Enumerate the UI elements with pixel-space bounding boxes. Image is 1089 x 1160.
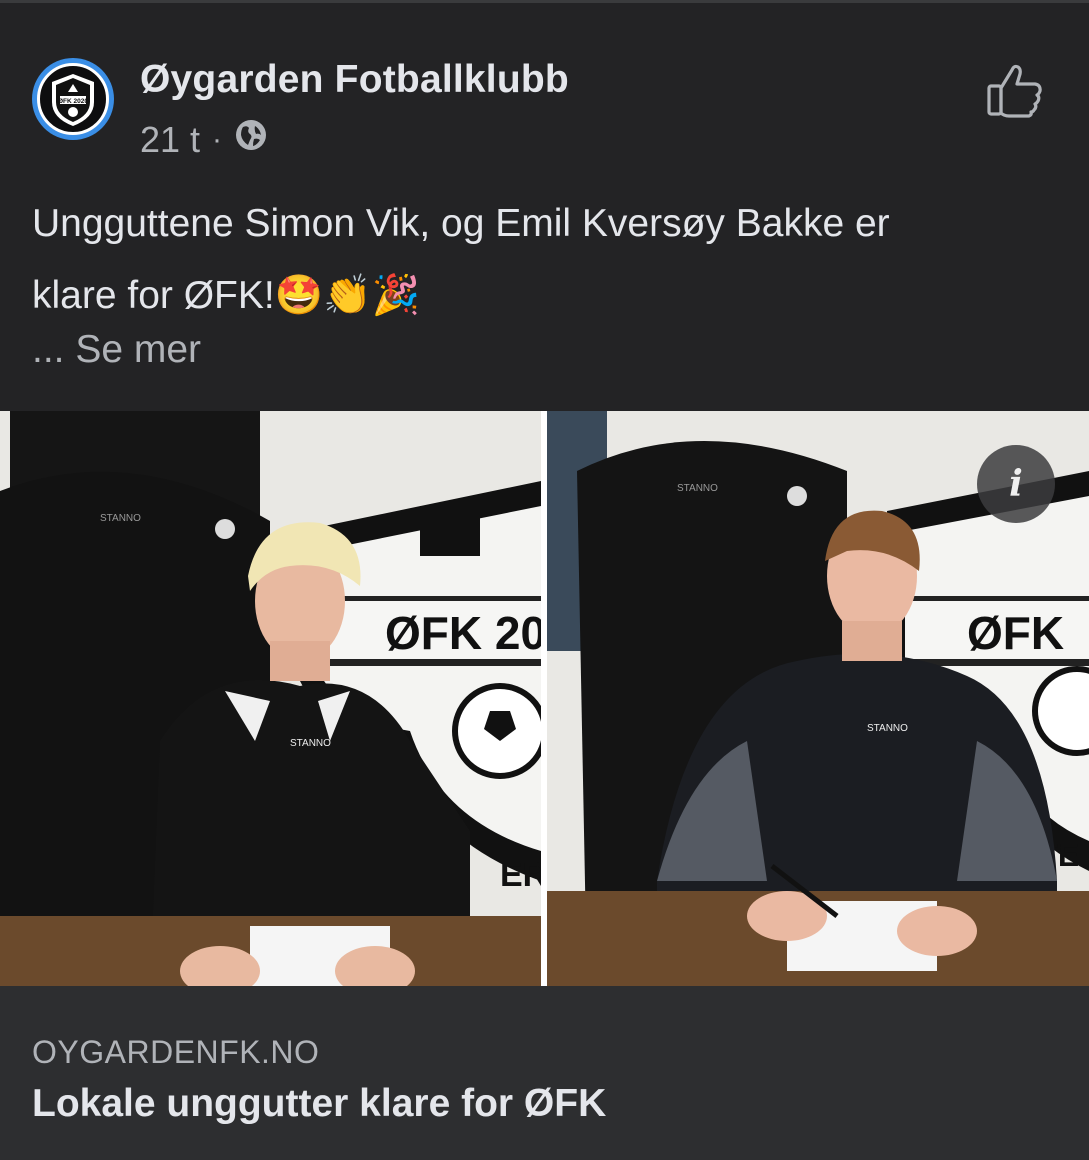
post-meta: 21 t · xyxy=(140,118,268,161)
jacket-sponsor-right: STANNO xyxy=(677,483,718,494)
post-text-line-1: Ungguttene Simon Vik, og Emil Kversøy Ba… xyxy=(32,202,890,245)
backdrop-tail-text-left: ER xyxy=(500,856,541,894)
info-button[interactable]: i xyxy=(977,445,1055,523)
backdrop-logo-text-left: ØFK 20 xyxy=(385,607,541,659)
shirt-sponsor-left: STANNO xyxy=(290,738,331,749)
thumbs-up-icon[interactable] xyxy=(983,58,1047,122)
signing-photo-left: ØFK 20 ER STANNO STANNO xyxy=(0,411,541,986)
page-avatar[interactable]: ØFK 2020 xyxy=(32,58,114,140)
link-title[interactable]: Lokale unggutter klare for ØFK xyxy=(32,1082,606,1126)
meta-separator: · xyxy=(212,122,223,156)
post-time[interactable]: 21 t xyxy=(140,119,200,161)
post-image[interactable]: ØFK 20 ER STANNO STANNO ØFK STANNO STANN… xyxy=(0,411,1089,986)
link-domain: OYGARDENFK.NO xyxy=(32,1034,320,1070)
post-body: Ungguttene Simon Vik, og Emil Kversøy Ba… xyxy=(32,188,1057,332)
globe-icon xyxy=(234,118,268,161)
club-logo: ØFK 2020 xyxy=(37,63,109,135)
avatar-logo-text: ØFK 2020 xyxy=(58,98,88,105)
link-preview-card[interactable]: OYGARDENFK.NO Lokale unggutter klare for… xyxy=(0,986,1089,1160)
facebook-post: ØFK 2020 Øygarden Fotballklubb 21 t · Un… xyxy=(0,0,1089,1160)
backdrop-logo-text-right: ØFK xyxy=(967,607,1064,659)
post-header: ØFK 2020 Øygarden Fotballklubb 21 t · xyxy=(32,58,1057,168)
page-name-link[interactable]: Øygarden Fotballklubb xyxy=(140,58,569,102)
post-text-line-2: klare for ØFK!🤩👏🎉 xyxy=(32,274,421,317)
shirt-sponsor-right: STANNO xyxy=(867,723,908,734)
see-more-link[interactable]: ... Se mer xyxy=(32,328,201,372)
jacket-sponsor-left: STANNO xyxy=(100,513,141,524)
